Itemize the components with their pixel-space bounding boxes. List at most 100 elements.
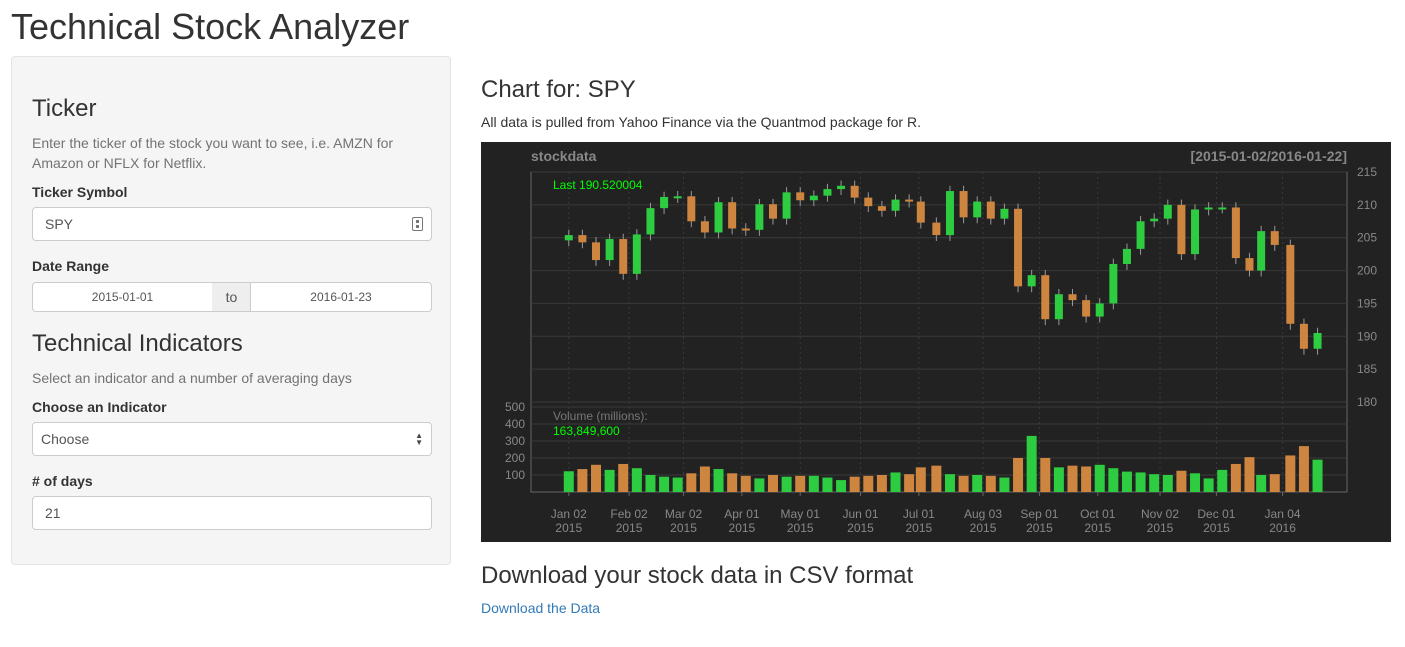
volume-bar [1162,475,1173,492]
sidebar-panel: Ticker Enter the ticker of the stock you… [11,56,451,565]
date-end-input[interactable]: 2016-01-23 [250,282,432,312]
date-range-input: 2015-01-01 to 2016-01-23 [32,282,432,312]
volume-bar [915,467,926,492]
volume-bar [1135,472,1146,492]
volume-bar [795,475,806,492]
candle-body [632,234,641,274]
ticker-symbol-input[interactable]: SPY [32,207,432,241]
candle-body [864,197,873,207]
candle-body [605,239,614,261]
indicator-select[interactable]: Choose ▲ ▼ [32,422,432,456]
candle-body [700,221,709,233]
candle-body [1245,258,1254,271]
chart-heading: Chart for: SPY [481,76,636,103]
download-data-link[interactable]: Download the Data [481,600,600,616]
candle-body [1150,218,1159,222]
volume-bar [1269,474,1280,492]
volume-bar [591,464,602,492]
x-tick-year-label: 2015 [906,521,933,535]
candle-body [1218,207,1227,210]
volume-bar [1298,446,1309,492]
x-tick-year-label: 2015 [1026,521,1053,535]
volume-bar [1312,459,1323,492]
candle-body [687,196,696,222]
ticker-symbol-label: Ticker Symbol [32,184,128,200]
days-input[interactable]: 21 [32,496,432,530]
volume-bar [1026,435,1037,492]
volume-bar [808,475,819,492]
volume-bar [904,474,915,492]
volume-bar [1285,455,1296,492]
volume-bar [890,472,901,492]
price-tick-label: 210 [1357,198,1377,212]
volume-bar [767,475,778,492]
price-panel-frame [530,171,1348,403]
candle-body [741,228,750,231]
volume-bar [972,475,983,492]
candle-body [1109,264,1118,304]
candle-body [1000,208,1009,219]
price-tick-label: 180 [1357,395,1377,409]
volume-bar [836,480,847,492]
volume-bar [618,463,629,492]
candle-body [1082,300,1091,317]
candle-body [1054,294,1063,320]
price-candles [564,180,1322,355]
stock-chart: 215 210 205 200 195 190 185 180 500 400 300 200 100 J… [481,142,1391,542]
volume-bar [1067,465,1078,492]
candle-body [959,191,968,218]
price-tick-label: 195 [1357,296,1377,310]
volume-bar [713,469,724,492]
volume-bar [1203,478,1214,492]
candle-body [564,235,573,241]
volume-bar [1190,473,1201,492]
candle-body [837,185,846,190]
candle-body [592,242,601,261]
download-heading: Download your stock data in CSV format [481,562,914,589]
price-tick-label: 190 [1357,329,1377,343]
candle-body [1313,333,1322,349]
candle-body [1286,244,1295,324]
candle-body [986,201,995,219]
volume-bar [781,476,792,492]
volume-bar [754,478,765,492]
volume-bar [849,476,860,492]
candle-body [877,206,886,211]
x-tick-label: Dec 01 [1197,507,1235,521]
volume-bar [985,475,996,492]
volume-bar [1176,470,1187,492]
volume-bar [1244,457,1255,492]
volume-tick-label: 200 [505,451,525,465]
x-tick-label: Nov 02 [1141,507,1179,521]
candle-body [809,195,818,201]
x-tick-year-label: 2015 [847,521,874,535]
candle-body [1014,208,1023,287]
x-tick-label: Jan 04 [1265,507,1301,521]
candle-body [660,196,669,209]
days-label: # of days [32,473,93,489]
date-start-input[interactable]: 2015-01-01 [32,282,213,312]
volume-bar [876,475,887,492]
candle-body [1257,231,1266,271]
ticker-symbol-value: SPY [45,216,74,232]
candle-body [1027,275,1036,287]
price-tick-label: 205 [1357,231,1377,245]
candle-body [973,201,982,218]
volume-tick-label: 400 [505,417,525,431]
volume-tick-label: 500 [505,400,525,414]
volume-tick-label: 100 [505,468,525,482]
chart-date-range: [2015-01-02/2016-01-22] [1191,148,1347,164]
candle-body [728,202,737,229]
indicator-selected-value: Choose [41,431,90,447]
ticker-heading: Ticker [32,95,97,122]
candle-body [673,196,682,199]
candle-body [823,189,832,196]
volume-bar [672,477,683,492]
candle-body [1122,248,1131,264]
x-tick-year-label: 2015 [1203,521,1230,535]
ticker-help-text: Enter the ticker of the stock you want t… [32,135,394,171]
volume-bar [577,469,588,492]
volume-bar [958,475,969,492]
candle-body [1163,204,1172,219]
volume-bar [604,469,615,492]
